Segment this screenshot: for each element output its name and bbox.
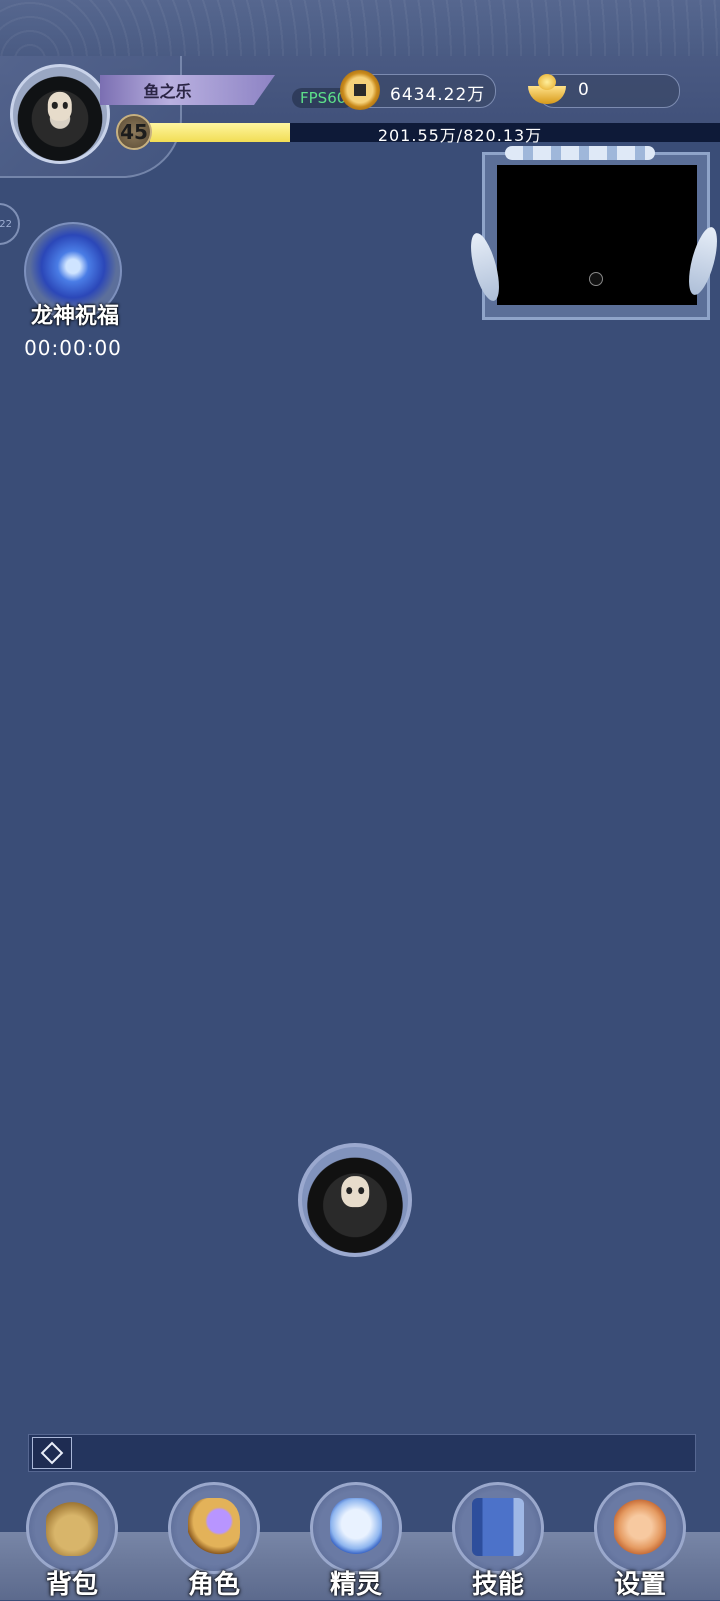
chat-toggle-button[interactable] xyxy=(32,1437,72,1469)
spirit-egg-icon xyxy=(330,1498,382,1556)
settings-swirl-icon xyxy=(614,1498,666,1556)
chat-bar[interactable] xyxy=(28,1434,696,1472)
skull-reaper-icon xyxy=(341,1175,369,1208)
player-avatar[interactable] xyxy=(10,64,110,164)
bag-label: 背包 xyxy=(45,1570,98,1600)
settings-button[interactable]: 设置 xyxy=(590,1482,690,1600)
copper-coin-icon xyxy=(340,70,380,110)
character-scroll-icon xyxy=(188,1498,240,1556)
buff-name: 龙神祝福 xyxy=(30,303,119,329)
ingot-value: 0 xyxy=(578,80,589,100)
skill-book-icon xyxy=(472,1498,524,1556)
character-button[interactable]: 角色 xyxy=(164,1482,264,1600)
skull-reaper-icon xyxy=(47,92,73,121)
bag-icon xyxy=(46,1498,98,1556)
bag-button[interactable]: 背包 xyxy=(22,1482,122,1600)
wave-decoration xyxy=(505,146,655,160)
settings-label: 设置 xyxy=(613,1570,666,1600)
player-name-banner: 鱼之乐 xyxy=(100,75,275,105)
spirit-button[interactable]: 精灵 xyxy=(306,1482,406,1600)
skills-button[interactable]: 技能 xyxy=(448,1482,548,1600)
character-label: 角色 xyxy=(187,1570,240,1600)
player-name: 鱼之乐 xyxy=(143,82,192,101)
skills-label: 技能 xyxy=(471,1570,524,1600)
top-decor-strip xyxy=(0,0,720,57)
side-tab-label: 22 xyxy=(0,218,12,230)
side-tab[interactable]: 22 xyxy=(0,203,20,245)
exp-text: 201.55万/820.13万 xyxy=(377,126,543,145)
center-character-avatar[interactable] xyxy=(298,1143,412,1257)
coin-value: 6434.22万 xyxy=(390,85,486,105)
minimap-player-marker xyxy=(589,272,603,286)
level-badge: 45 xyxy=(116,114,152,150)
buff-timer: 00:00:00 xyxy=(24,336,122,360)
gold-ingot-icon xyxy=(524,70,570,110)
spirit-label: 精灵 xyxy=(329,1570,382,1600)
chat-toggle-icon xyxy=(40,1441,64,1465)
